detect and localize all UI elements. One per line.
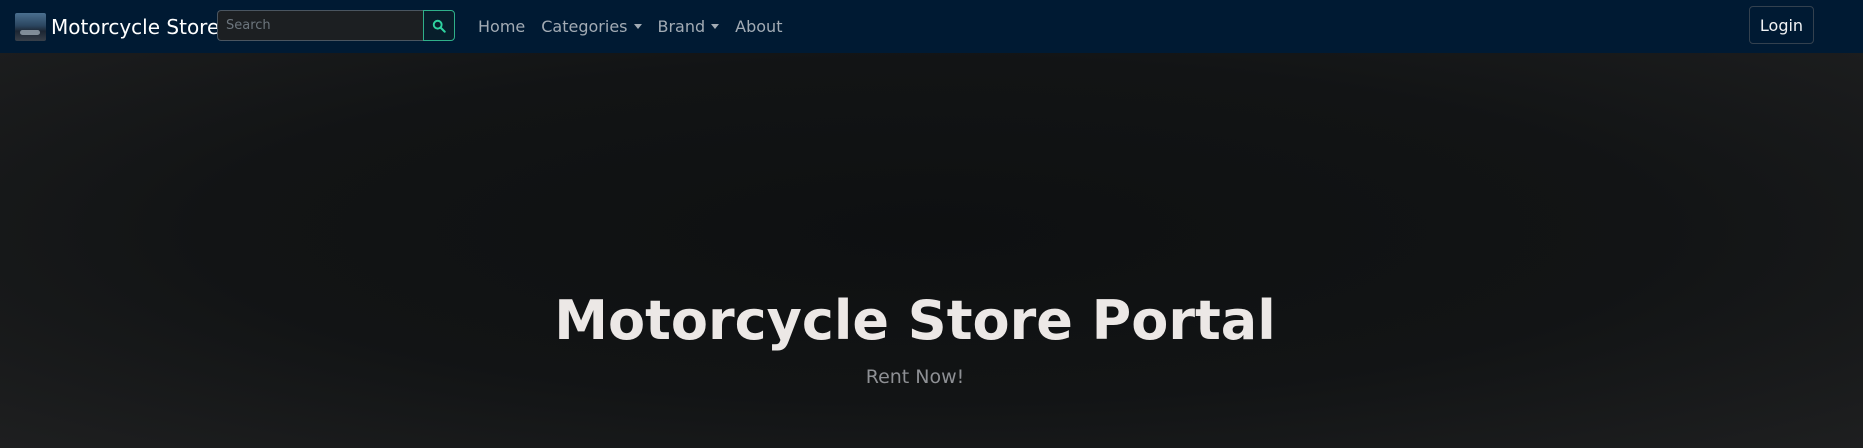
search-input[interactable]	[217, 10, 423, 41]
brand-title: Motorcycle Store	[51, 15, 220, 39]
main-nav: Home Categories Brand About	[478, 0, 798, 53]
search-form	[217, 10, 455, 41]
navbar: Motorcycle Store Home Categories Brand A…	[0, 0, 1863, 53]
hero-subtitle: Rent Now!	[865, 366, 965, 388]
hero-title: Motorcycle Store Portal	[554, 289, 1276, 352]
nav-item-categories[interactable]: Categories	[541, 17, 642, 36]
nav-item-home[interactable]: Home	[478, 17, 525, 36]
nav-item-label: Home	[478, 17, 526, 36]
nav-item-label: About	[735, 17, 783, 36]
hero-section: Motorcycle Store Portal Rent Now!	[0, 53, 1863, 448]
brand-link[interactable]: Motorcycle Store	[15, 13, 219, 41]
caret-down-icon	[633, 24, 642, 29]
search-icon	[432, 19, 446, 33]
search-button[interactable]	[423, 10, 455, 41]
motorcycle-photo-icon	[15, 13, 46, 41]
login-button[interactable]: Login	[1749, 6, 1814, 44]
nav-item-about[interactable]: About	[735, 17, 782, 36]
caret-down-icon	[711, 24, 720, 29]
nav-item-label: Categories	[541, 17, 628, 36]
nav-item-brand[interactable]: Brand	[658, 17, 720, 36]
nav-item-label: Brand	[657, 17, 706, 36]
